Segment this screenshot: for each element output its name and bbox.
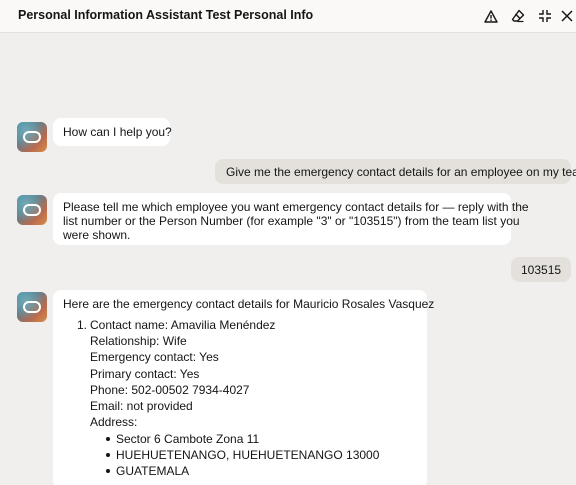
user-message: Give me the emergency contact details fo… (215, 159, 576, 184)
email: Email: not provided (90, 399, 193, 413)
oracle-logo-icon (23, 131, 41, 143)
chat-title: Personal Information Assistant Test Pers… (18, 8, 314, 22)
bullet (106, 437, 110, 441)
emergency-contact: Emergency contact: Yes (90, 350, 219, 364)
assistant-avatar (17, 122, 47, 152)
phone: Phone: 502-00502 7934-4027 (90, 383, 250, 397)
address-label: Address: (90, 415, 138, 429)
relationship: Relationship: Wife (90, 334, 187, 348)
message-intro: Here are the emergency contact details f… (63, 297, 435, 311)
address-line: Sector 6 Cambote Zona 11 (116, 432, 260, 446)
close-icon[interactable] (557, 6, 576, 26)
assistant-avatar (17, 195, 47, 225)
address-line: GUATEMALA (116, 464, 190, 478)
user-message: 103515 (511, 257, 571, 282)
contact-name: Contact name: Amavilia Menéndez (90, 318, 276, 332)
primary-contact: Primary contact: Yes (90, 367, 200, 381)
assistant-avatar (17, 292, 47, 322)
message-text: Give me the emergency contact details fo… (226, 165, 576, 179)
bullet (106, 453, 110, 457)
warning-icon[interactable] (481, 6, 501, 26)
chat-header: Personal Information Assistant Test Pers… (0, 0, 576, 33)
message-line: list number or the Person Number (for ex… (63, 214, 520, 228)
collapse-icon[interactable] (535, 6, 555, 26)
list-number: 1. (77, 318, 88, 332)
oracle-logo-icon (23, 301, 41, 313)
eraser-icon[interactable] (508, 6, 528, 26)
message-text: 103515 (521, 263, 562, 277)
message-line: were shown. (63, 228, 131, 242)
bot-message: Please tell me which employee you want e… (53, 193, 529, 245)
bot-message: How can I help you? (53, 118, 172, 146)
bot-message: Here are the emergency contact details f… (53, 290, 434, 485)
address-line: HUEHUETENANGO, HUEHUETENANGO 13000 (116, 448, 380, 462)
message-text: How can I help you? (63, 125, 172, 139)
oracle-logo-icon (23, 204, 41, 216)
bullet (106, 469, 110, 473)
